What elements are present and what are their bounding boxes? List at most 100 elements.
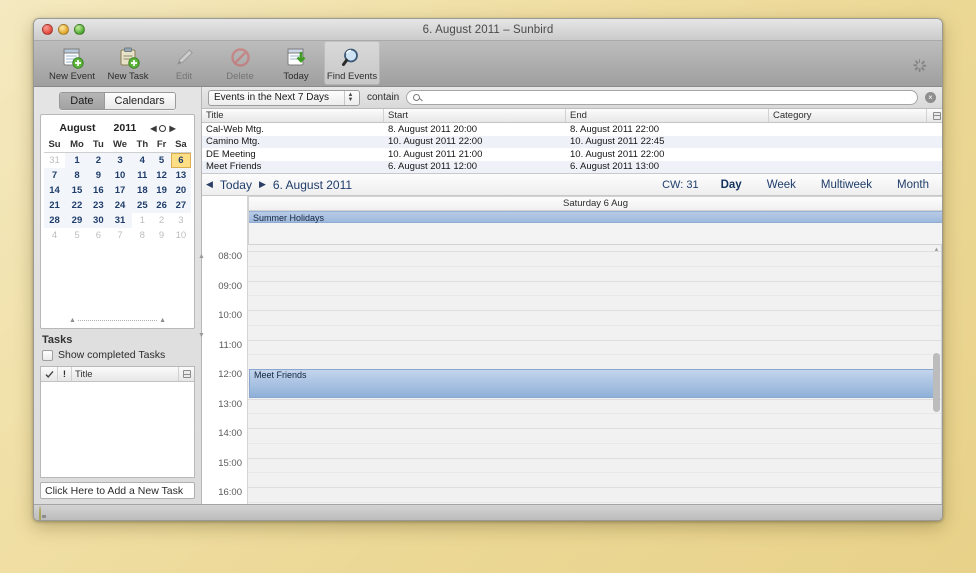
mini-calendar-day[interactable]: 17 xyxy=(107,183,133,198)
mini-calendar-day[interactable]: 11 xyxy=(132,168,153,183)
mini-calendar-day[interactable]: 12 xyxy=(152,168,171,183)
mini-calendar-next-icon[interactable]: ▶ xyxy=(169,124,175,133)
minimize-button[interactable] xyxy=(58,24,69,35)
mini-calendar-day[interactable]: 7 xyxy=(107,228,133,243)
mini-calendar-day[interactable]: 3 xyxy=(107,152,133,168)
mini-calendar-day[interactable]: 22 xyxy=(65,198,89,213)
mini-calendar-day[interactable]: 31 xyxy=(107,213,133,228)
mini-calendar-day[interactable]: 18 xyxy=(132,183,153,198)
mini-calendar-day[interactable]: 27 xyxy=(170,198,191,213)
close-button[interactable] xyxy=(42,24,53,35)
hour-gridline xyxy=(248,251,941,252)
add-new-task-input[interactable]: Click Here to Add a New Task xyxy=(40,482,195,499)
mini-calendar-day[interactable]: 6 xyxy=(88,228,108,243)
find-events-button[interactable]: Find Events xyxy=(324,41,380,85)
delete-button[interactable]: Delete xyxy=(212,41,268,85)
new-event-button[interactable]: New Event xyxy=(44,41,100,85)
today-button[interactable]: Today xyxy=(268,41,324,85)
mini-calendar-day[interactable]: 28 xyxy=(44,213,66,228)
mini-calendar-selected-day[interactable]: 6 xyxy=(170,152,191,168)
date-panel: August 2011 ◀ ▶ Su Mo Tu We Th Fr Sa 31 1 2 3 4 5 6 7… xyxy=(40,114,195,329)
hour-grid[interactable]: Meet Friends xyxy=(248,245,942,504)
mini-calendar-day[interactable]: 30 xyxy=(88,213,108,228)
mini-calendar-day[interactable]: 29 xyxy=(65,213,89,228)
mini-calendar-day[interactable]: 8 xyxy=(65,168,89,183)
column-header-category[interactable]: Category xyxy=(769,109,927,122)
event-table-row[interactable]: Camino Mtg. 10. August 2011 22:00 10. Augu… xyxy=(202,135,942,148)
today-link[interactable]: Today xyxy=(220,178,252,192)
sidebar-splitter[interactable]: ▲ ▼ xyxy=(198,253,205,339)
mini-calendar-day[interactable]: 4 xyxy=(44,228,66,243)
event-table-row[interactable]: Cal-Web Mtg. 8. August 2011 20:00 8. Augus… xyxy=(202,123,942,136)
task-check-column-icon[interactable] xyxy=(41,367,58,381)
mini-calendar-day[interactable]: 14 xyxy=(44,183,66,198)
task-list-body[interactable] xyxy=(41,382,194,477)
mini-calendar-day[interactable]: 2 xyxy=(88,152,108,168)
column-picker-icon[interactable] xyxy=(927,109,942,122)
mini-calendar-day[interactable]: 15 xyxy=(65,183,89,198)
tab-date[interactable]: Date xyxy=(60,93,104,109)
mini-calendar-day[interactable]: 19 xyxy=(152,183,171,198)
next-day-icon[interactable]: ▶ xyxy=(259,179,266,190)
checkbox-box xyxy=(42,349,53,361)
day-view-scrollbar[interactable]: ▲ xyxy=(932,247,941,502)
column-header-end[interactable]: End xyxy=(566,109,769,122)
timed-event[interactable]: Meet Friends xyxy=(249,369,940,398)
all-day-event[interactable]: Summer Holidays xyxy=(249,211,942,223)
view-tab-month[interactable]: Month xyxy=(888,177,938,193)
mini-calendar-day[interactable]: 1 xyxy=(65,152,89,168)
task-title-column[interactable]: Title xyxy=(72,367,179,381)
task-priority-column[interactable]: ! xyxy=(58,367,72,381)
view-tab-day[interactable]: Day xyxy=(712,177,751,193)
mini-calendar-day[interactable]: 24 xyxy=(107,198,133,213)
tab-calendars[interactable]: Calendars xyxy=(103,93,175,109)
mini-calendar-day[interactable]: 21 xyxy=(44,198,66,213)
lightbulb-icon[interactable] xyxy=(39,506,48,520)
mini-calendar-day[interactable]: 31 xyxy=(44,152,66,168)
mini-calendar-day[interactable]: 23 xyxy=(88,198,108,213)
event-table-row[interactable]: Meet Friends 6. August 2011 12:00 6. Augus… xyxy=(202,160,942,173)
mini-calendar-day[interactable]: 25 xyxy=(132,198,153,213)
clear-search-button[interactable]: × xyxy=(925,92,936,103)
view-tab-multiweek[interactable]: Multiweek xyxy=(812,177,881,193)
new-task-icon xyxy=(117,44,140,70)
mini-calendar-day[interactable]: 8 xyxy=(132,228,153,243)
mini-calendar-day[interactable]: 10 xyxy=(107,168,133,183)
show-completed-tasks-checkbox[interactable]: Show completed Tasks xyxy=(42,349,195,361)
mini-calendar-day[interactable]: 9 xyxy=(88,168,108,183)
mini-calendar-day[interactable]: 4 xyxy=(132,152,153,168)
event-table-row[interactable]: DE Meeting 10. August 2011 21:00 10. Augus… xyxy=(202,148,942,161)
mini-calendar-day[interactable]: 3 xyxy=(170,213,191,228)
mini-calendar-day[interactable]: 9 xyxy=(152,228,171,243)
mini-calendar-day[interactable]: 1 xyxy=(132,213,153,228)
new-task-button[interactable]: New Task xyxy=(100,41,156,85)
mini-calendar-today-icon[interactable] xyxy=(159,124,167,132)
mini-calendar-day[interactable]: 16 xyxy=(88,183,108,198)
mini-calendar-day[interactable]: 26 xyxy=(152,198,171,213)
all-day-events-area[interactable]: Summer Holidays xyxy=(248,210,942,245)
scrollbar-thumb[interactable] xyxy=(933,352,940,413)
hour-gridline xyxy=(248,310,941,311)
mini-calendar-day[interactable]: 10 xyxy=(170,228,191,243)
search-scope-select[interactable]: Events in the Next 7 Days ▲ ▼ xyxy=(208,89,360,106)
mini-calendar-week: 7 8 9 10 11 12 13 xyxy=(44,168,191,183)
column-header-title[interactable]: Title xyxy=(202,109,384,122)
view-tab-week[interactable]: Week xyxy=(758,177,805,193)
mini-calendar-day[interactable]: 5 xyxy=(152,152,171,168)
cell-start: 10. August 2011 22:00 xyxy=(388,136,483,148)
mini-calendar-day[interactable]: 5 xyxy=(65,228,89,243)
day-column-header[interactable]: Saturday 6 Aug xyxy=(248,196,942,210)
edit-button[interactable]: Edit xyxy=(156,41,212,85)
zoom-button[interactable] xyxy=(74,24,85,35)
search-input[interactable] xyxy=(406,90,918,105)
mini-calendar-prev-icon[interactable]: ◀ xyxy=(150,124,156,133)
task-column-picker-icon[interactable] xyxy=(179,367,194,381)
date-panel-resizer[interactable]: ▲ ▲ xyxy=(69,317,166,324)
column-header-start[interactable]: Start xyxy=(384,109,566,122)
mini-calendar-day[interactable]: 2 xyxy=(152,213,171,228)
mini-calendar-day[interactable]: 7 xyxy=(44,168,66,183)
delete-icon xyxy=(229,44,252,70)
mini-calendar-day[interactable]: 13 xyxy=(170,168,191,183)
mini-calendar-day[interactable]: 20 xyxy=(170,183,191,198)
previous-day-icon[interactable]: ◀ xyxy=(206,179,213,190)
